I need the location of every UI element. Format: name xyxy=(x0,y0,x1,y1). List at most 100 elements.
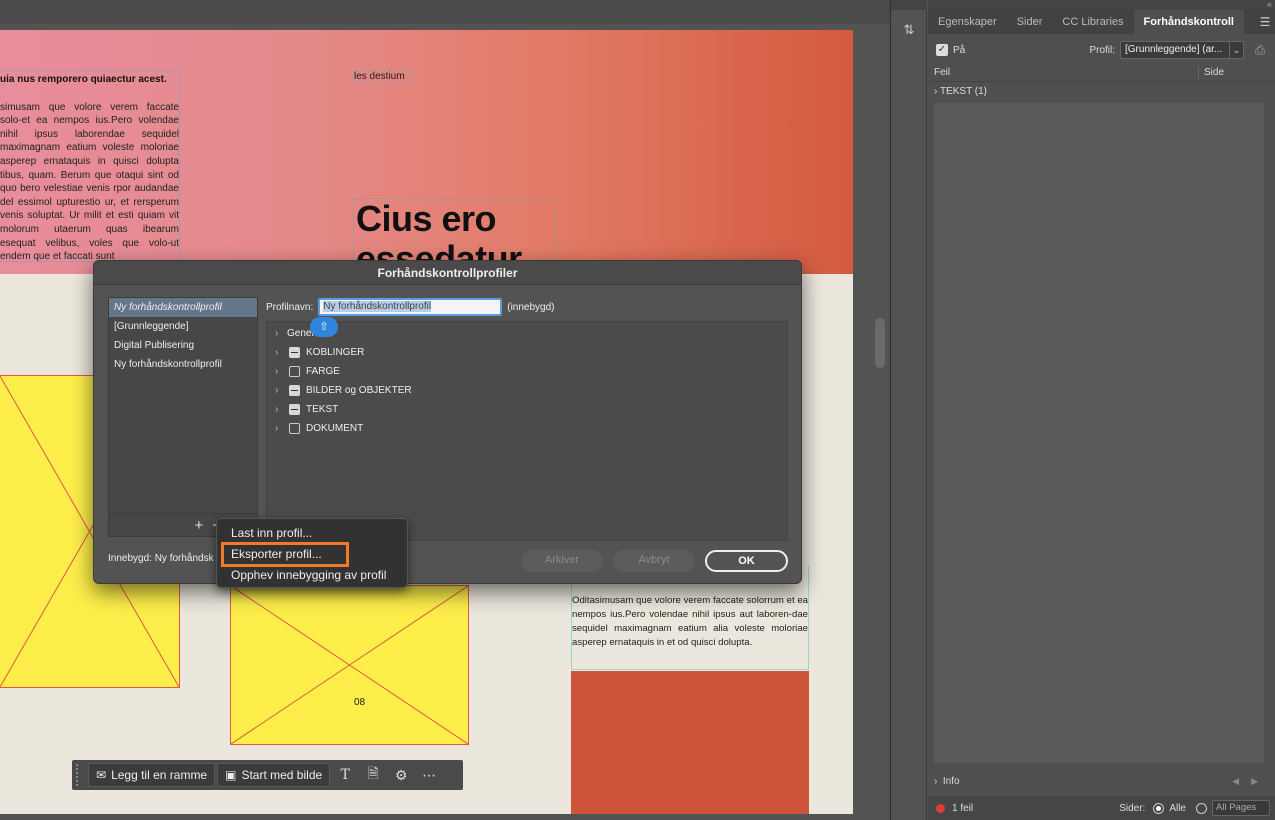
builtin-tag: (innebygd) xyxy=(507,301,555,313)
page-settings-icon[interactable]: ⚙ xyxy=(388,763,414,787)
profile-name-input[interactable]: Ny forhåndskontrollprofil xyxy=(318,298,503,316)
chevron-right-icon[interactable]: › xyxy=(275,328,287,339)
collapse-panel-icon[interactable]: « xyxy=(928,0,1275,10)
profile-item[interactable]: Ny forhåndskontrollprofil xyxy=(109,355,257,374)
vertical-scrollbar[interactable] xyxy=(875,318,885,368)
chevron-right-icon[interactable]: › xyxy=(275,366,287,377)
profile-name-row: Profilnavn: Ny forhåndskontrollprofil (i… xyxy=(266,298,555,316)
error-column-header[interactable]: Feil xyxy=(934,67,950,78)
start-image-label: Start med bilde xyxy=(241,768,323,782)
error-count: 1 feil xyxy=(952,802,974,814)
left-text-heading: uia nus remporero quiaectur acest. xyxy=(0,74,167,85)
image-placeholder-frame[interactable] xyxy=(230,585,469,745)
chevron-right-icon[interactable]: › xyxy=(934,86,937,97)
placeholder-cross xyxy=(231,586,468,744)
profile-label: Profil: xyxy=(1089,44,1115,56)
error-list-header: Feil Side xyxy=(928,64,1275,82)
pages-label: Sider: xyxy=(1119,802,1146,814)
workspace-top-strip xyxy=(0,0,890,24)
preflight-panel: « Egenskaper Sider CC Libraries Forhånds… xyxy=(928,0,1275,820)
category-checkbox[interactable] xyxy=(289,403,300,415)
dialog-title: Forhåndskontrollprofiler xyxy=(94,261,801,285)
right-panel: ⇅ « Egenskaper Sider CC Libraries Forhån… xyxy=(890,0,1275,820)
profile-item[interactable]: Ny forhåndskontrollprofil xyxy=(109,298,257,317)
panel-scrollbar[interactable] xyxy=(1266,80,1272,760)
drag-handle[interactable] xyxy=(76,764,82,786)
add-frame-label: Legg til en ramme xyxy=(111,768,208,782)
tree-row-color[interactable]: › FARGE xyxy=(275,363,340,379)
profile-select[interactable]: [Grunnleggende] (ar... xyxy=(1120,41,1230,59)
tree-row-images-objects[interactable]: › BILDER og OBJEKTER xyxy=(275,382,412,398)
all-pages-radio[interactable] xyxy=(1153,802,1165,814)
chevron-right-icon[interactable]: › xyxy=(275,385,287,396)
top-label-frame[interactable]: les destium xyxy=(352,71,412,83)
add-frame-button[interactable]: ✉ Legg til en ramme xyxy=(88,763,216,787)
all-label: Alle xyxy=(1169,802,1186,814)
left-text-frame[interactable]: uia nus remporero quiaectur acest. simus… xyxy=(0,70,180,262)
panel-menu-icon[interactable]: ☰ xyxy=(1254,10,1275,34)
document-icon[interactable]: 🗎 xyxy=(360,763,386,787)
menu-item-unembed-profile[interactable]: Opphev innebygging av profil xyxy=(217,565,407,586)
tree-row-label: DOKUMENT xyxy=(306,422,364,434)
menu-item-export-profile[interactable]: Eksporter profil... xyxy=(221,542,349,567)
info-section[interactable]: › Info ◀▶ xyxy=(934,773,1270,789)
profile-settings-tree: › Generelt › KOBLINGER › FARGE › BILDER … xyxy=(266,321,788,541)
category-checkbox[interactable] xyxy=(289,384,300,396)
red-rectangle[interactable] xyxy=(571,671,809,814)
left-text-body: simusam que volore verem faccate solo-et… xyxy=(0,101,179,263)
text-icon[interactable]: T xyxy=(332,763,358,787)
category-checkbox[interactable] xyxy=(289,422,300,434)
profile-list: Ny forhåndskontrollprofil [Grunnleggende… xyxy=(108,297,258,537)
tab-cc-libraries[interactable]: CC Libraries xyxy=(1052,10,1133,34)
embedded-status: Innebygd: Ny forhåndsk xyxy=(108,553,214,564)
chevron-right-icon[interactable]: › xyxy=(275,404,287,415)
tree-row-document[interactable]: › DOKUMENT xyxy=(275,420,363,436)
tree-item-text[interactable]: › TEKST (1) xyxy=(934,86,987,97)
pages-dock-icon[interactable]: ⇅ xyxy=(899,20,919,40)
chevron-down-icon[interactable]: ⌄ xyxy=(1230,41,1244,59)
upload-cursor-icon: ⇧ xyxy=(310,317,338,337)
preflight-on-checkbox[interactable]: ✓ xyxy=(936,44,948,56)
chevron-right-icon[interactable]: › xyxy=(275,423,287,434)
page-range-select[interactable]: All Pages xyxy=(1212,800,1270,816)
tree-row-label: FARGE xyxy=(306,365,340,377)
profile-item[interactable]: [Grunnleggende] xyxy=(109,317,257,336)
info-label: Info xyxy=(942,775,960,787)
tab-preflight[interactable]: Forhåndskontroll xyxy=(1133,10,1244,34)
tree-row-text[interactable]: › TEKST xyxy=(275,401,338,417)
page-range-radio[interactable] xyxy=(1196,802,1207,814)
tree-row-label: BILDER og OBJEKTER xyxy=(306,384,412,396)
frame-icon: ✉ xyxy=(96,768,107,782)
page-column-header[interactable]: Side xyxy=(1198,66,1224,80)
right-text-body: Oditasimusam que volore verem faccate so… xyxy=(572,595,808,648)
more-icon[interactable]: ⋯ xyxy=(416,763,442,787)
page-number: 08 xyxy=(354,697,366,708)
add-profile-button[interactable]: + xyxy=(194,517,203,534)
preflight-profiles-dialog: Forhåndskontrollprofiler Ny forhåndskont… xyxy=(93,260,802,584)
error-list-area[interactable] xyxy=(934,103,1264,763)
chevron-right-icon: › xyxy=(934,775,943,787)
tree-row-label: TEKST xyxy=(306,403,339,415)
profile-item[interactable]: Digital Publisering xyxy=(109,336,257,355)
ok-button[interactable]: OK xyxy=(705,550,788,572)
nav-arrows-icon[interactable]: ◀▶ xyxy=(1232,776,1270,787)
define-profiles-icon[interactable]: ⎙ xyxy=(1250,43,1270,58)
menu-item-load-profile[interactable]: Last inn profil... xyxy=(217,523,407,544)
archive-button[interactable]: Arkiver xyxy=(521,550,603,572)
profile-options-menu: Last inn profil... Eksporter profil... O… xyxy=(216,518,408,588)
headline-text: Cius ero xyxy=(356,198,497,239)
on-label: På xyxy=(953,44,966,56)
dock-header xyxy=(891,0,927,10)
preflight-status-bar: 1 feil Sider: Alle All Pages xyxy=(928,796,1275,820)
category-checkbox[interactable] xyxy=(289,365,300,377)
tree-row-label: KOBLINGER xyxy=(306,346,365,358)
error-status-icon xyxy=(936,803,945,813)
tab-pages[interactable]: Sider xyxy=(1007,10,1053,34)
category-checkbox[interactable] xyxy=(289,346,300,358)
cancel-button[interactable]: Avbryt xyxy=(613,550,695,572)
image-icon: ▣ xyxy=(225,768,237,782)
start-with-image-button[interactable]: ▣ Start med bilde xyxy=(217,763,331,787)
tree-row-links[interactable]: › KOBLINGER xyxy=(275,344,364,360)
tab-properties[interactable]: Egenskaper xyxy=(928,10,1007,34)
chevron-right-icon[interactable]: › xyxy=(275,347,287,358)
